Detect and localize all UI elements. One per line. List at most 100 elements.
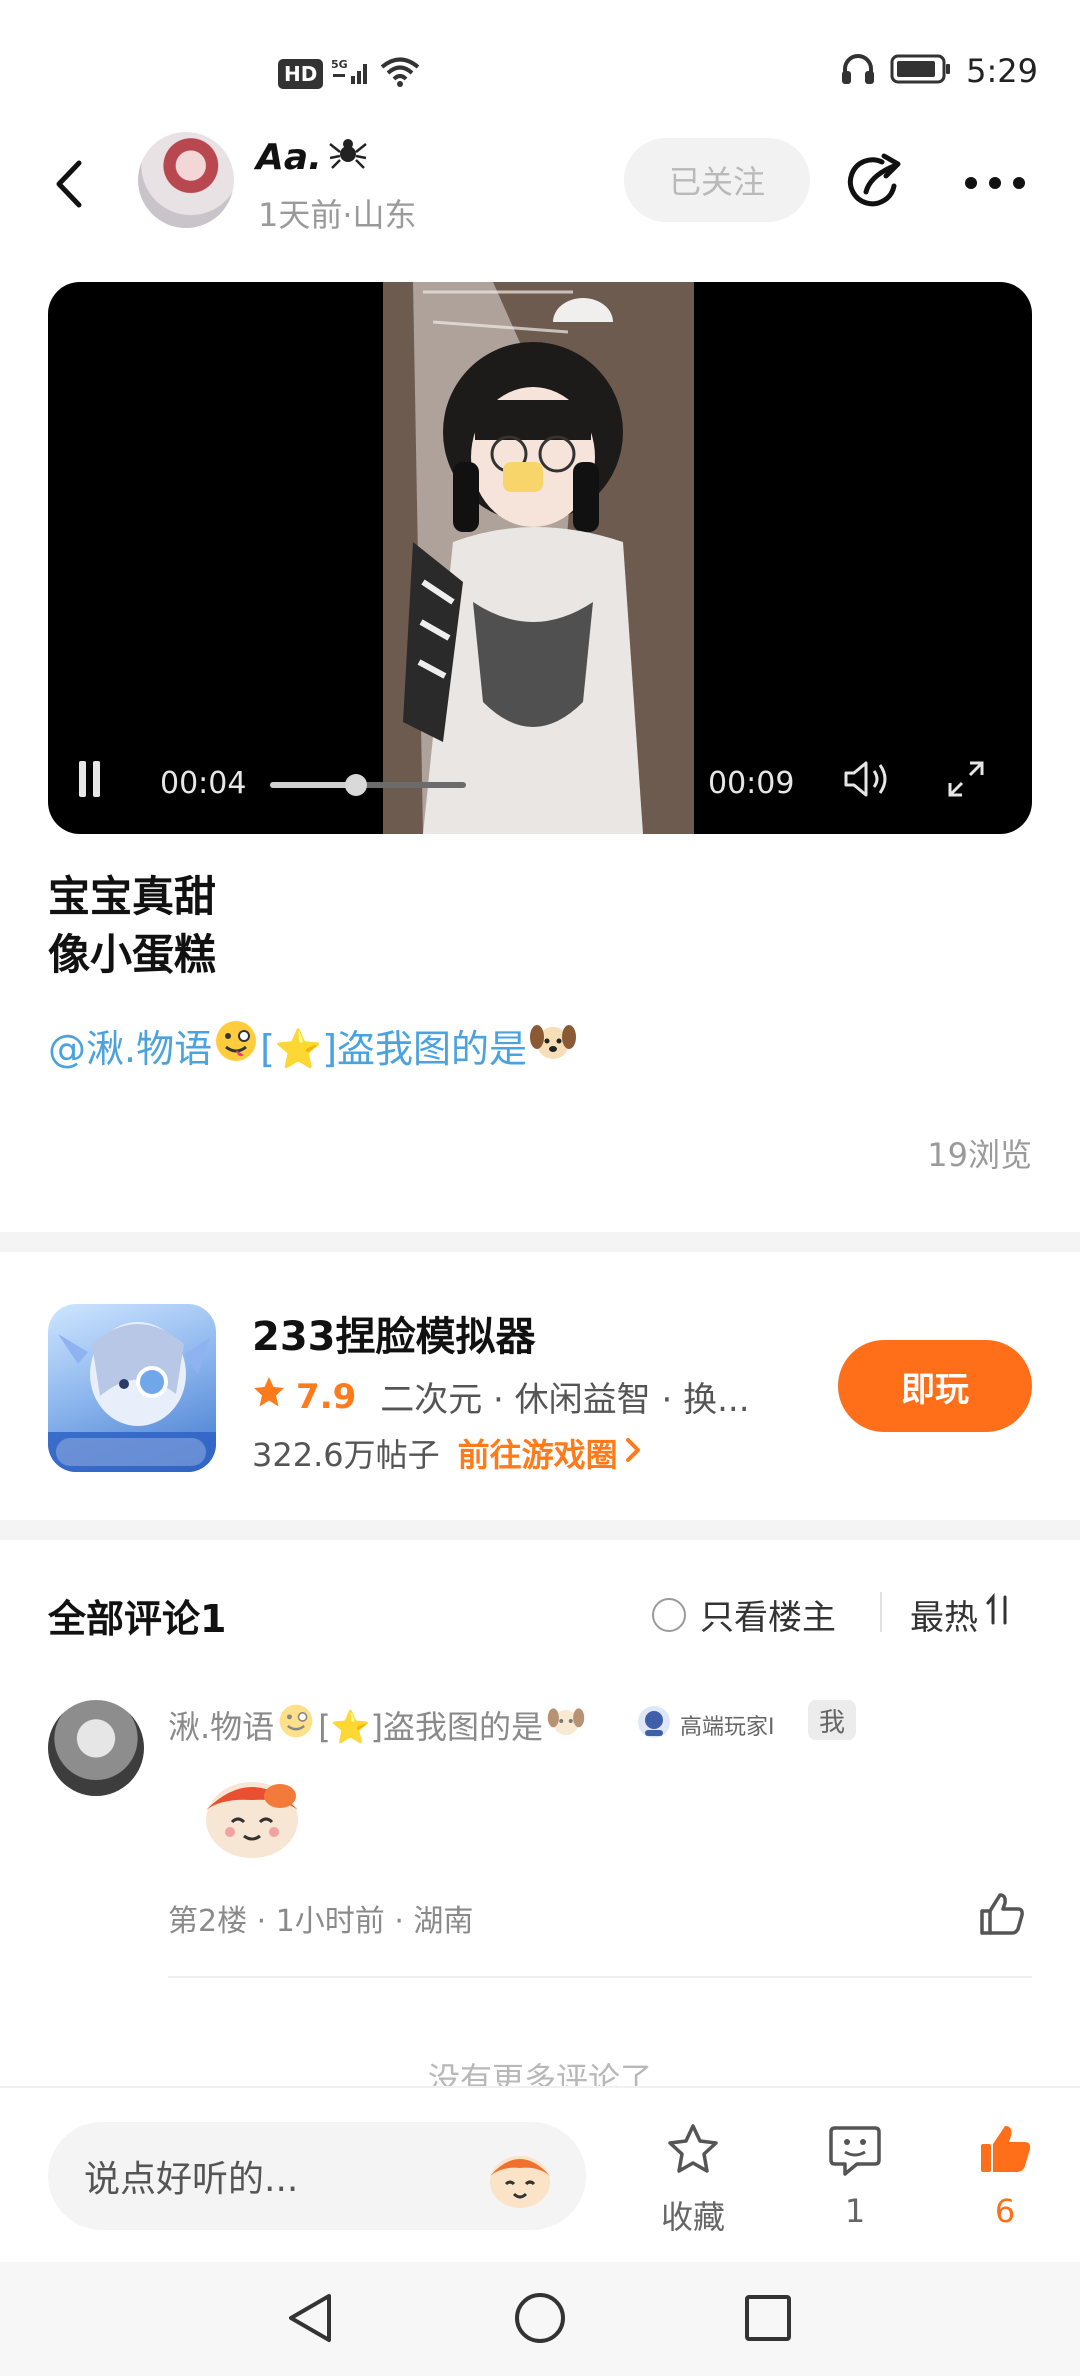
- game-stats: 322.6万帖子 前往游戏圈: [252, 1430, 642, 1476]
- badge-icon: [636, 1704, 672, 1746]
- commenter-avatar[interactable]: [48, 1700, 144, 1796]
- post-mention[interactable]: @湫.物语 [⭐]盗我图的是: [48, 1018, 577, 1073]
- follow-button[interactable]: 已关注: [624, 138, 810, 222]
- author-name-text: Aa.: [256, 137, 322, 178]
- no-more-comments: 没有更多评论了: [427, 2060, 652, 2086]
- spider-icon: [328, 134, 368, 181]
- status-left: HD 5G: [278, 56, 421, 92]
- badge-label: 高端玩家Ⅰ: [680, 1715, 775, 1740]
- system-navigation-bar: [0, 2262, 1080, 2376]
- view-count: 19浏览: [927, 1136, 1032, 1174]
- current-time: 00:04: [160, 765, 247, 801]
- only-author-label: 只看楼主: [700, 1598, 836, 1638]
- chevron-right-icon: [624, 1434, 642, 1472]
- game-post-count: 322.6万帖子: [252, 1436, 440, 1474]
- video-player[interactable]: 00:04 00:09: [48, 282, 1032, 834]
- star-outline-icon: [665, 2122, 721, 2186]
- seek-bar-handle[interactable]: [345, 774, 368, 796]
- author-name[interactable]: Aa.: [256, 134, 368, 181]
- play-now-button[interactable]: 即玩: [838, 1340, 1032, 1432]
- section-divider: [0, 1520, 1080, 1540]
- volume-button[interactable]: [842, 758, 892, 808]
- signal-icon: 5G: [331, 58, 371, 90]
- battery-icon: [890, 53, 952, 89]
- game-rating: 7.9 二次元 · 休闲益智 · 换...: [252, 1372, 750, 1421]
- comment-like-button[interactable]: [972, 1888, 1032, 1944]
- commenter-name-text: 湫.物语: [168, 1708, 275, 1746]
- nav-home-button[interactable]: [510, 2290, 570, 2350]
- commenter-name-tag: [⭐]盗我图的是: [318, 1708, 544, 1746]
- share-button[interactable]: [840, 150, 910, 220]
- headphones-icon: [840, 52, 876, 90]
- sticker-image: [196, 1770, 308, 1862]
- video-seek-bar[interactable]: [270, 774, 466, 796]
- only-author-toggle[interactable]: 只看楼主: [652, 1590, 836, 1639]
- star-icon: [252, 1375, 286, 1418]
- post-time-location: 1天前·山东: [258, 196, 417, 234]
- sort-arrows-icon: [986, 1592, 1012, 1636]
- comment-count: 1: [844, 2192, 866, 2230]
- favorite-label: 收藏: [660, 2198, 725, 2236]
- speaker-icon: [842, 759, 892, 807]
- wifi-icon: [379, 56, 421, 92]
- mention-tag-text: [⭐]盗我图的是: [260, 1027, 528, 1071]
- comment-meta: 第2楼 · 1小时前 · 湖南: [168, 1904, 474, 1939]
- game-score: 7.9: [296, 1376, 357, 1417]
- post-line-1: 宝宝真甜: [48, 872, 217, 921]
- comment-divider: [168, 1976, 1032, 1978]
- author-avatar[interactable]: [138, 132, 234, 228]
- duration: 00:09: [708, 765, 795, 801]
- comment-bubble-icon: [827, 2122, 883, 2186]
- square-recents-icon: [743, 2293, 793, 2347]
- more-button[interactable]: [960, 154, 1030, 214]
- comment-input-placeholder: 说点好听的...: [84, 2159, 299, 2200]
- back-button[interactable]: [44, 158, 94, 214]
- emoji-button[interactable]: [480, 2136, 560, 2216]
- more-dots-icon: [964, 175, 1026, 194]
- favorite-button[interactable]: 收藏: [638, 2122, 748, 2242]
- dog-emoji-icon: [529, 1019, 577, 1072]
- silly-face-emoji-icon: [214, 1019, 258, 1072]
- pause-button[interactable]: [78, 758, 102, 808]
- share-icon: [844, 152, 906, 218]
- post-content: 宝宝真甜 像小蛋糕: [48, 868, 216, 984]
- fullscreen-button[interactable]: [946, 758, 986, 808]
- nav-recents-button[interactable]: [738, 2290, 798, 2350]
- game-tags: 二次元 · 休闲益智 · 换...: [380, 1380, 750, 1420]
- like-button[interactable]: 6: [950, 2122, 1060, 2242]
- comment-input[interactable]: 说点好听的...: [48, 2122, 586, 2230]
- nav-back-button[interactable]: [280, 2290, 340, 2350]
- bottom-action-bar: 说点好听的... 收藏 1 6: [0, 2086, 1080, 2262]
- sort-label: 最热: [910, 1598, 978, 1638]
- mention-name: @湫.物语: [48, 1027, 213, 1071]
- svg-text:5G: 5G: [331, 58, 348, 71]
- like-count: 6: [994, 2192, 1016, 2230]
- game-name: 233捏脸模拟器: [252, 1314, 536, 1360]
- seek-bar-fill: [270, 782, 357, 788]
- sort-divider: [880, 1592, 882, 1632]
- triangle-back-icon: [285, 2290, 335, 2350]
- thumbs-up-filled-icon: [977, 2122, 1033, 2186]
- game-logo: [48, 1304, 216, 1472]
- post-detail-page: HD 5G 5:29 Aa. 1天前·山东 已关注 00:04 00:09 宝宝…: [0, 0, 1080, 2376]
- post-line-2: 像小蛋糕: [48, 930, 217, 979]
- status-bar: HD 5G 5:29: [0, 0, 1080, 120]
- me-tag: 我: [808, 1700, 856, 1740]
- circle-home-icon: [512, 2290, 568, 2350]
- comment-button[interactable]: 1: [800, 2122, 910, 2242]
- player-level-badge: 高端玩家Ⅰ: [636, 1704, 775, 1746]
- clock: 5:29: [966, 52, 1038, 90]
- game-circle-link[interactable]: 前往游戏圈: [458, 1430, 642, 1476]
- thumbs-up-icon: [978, 1891, 1026, 1941]
- post-header: Aa. 1天前·山东 已关注: [0, 120, 1080, 250]
- sort-button[interactable]: 最热: [910, 1590, 1012, 1639]
- comments-title: 全部评论1: [48, 1597, 227, 1641]
- chevron-left-icon: [54, 159, 84, 213]
- game-circle-link-text: 前往游戏圈: [457, 1436, 618, 1474]
- radio-icon: [652, 1597, 686, 1632]
- commenter-name[interactable]: 湫.物语 [⭐]盗我图的是: [168, 1702, 585, 1748]
- silly-face-emoji-icon: [278, 1703, 314, 1747]
- section-divider: [0, 1232, 1080, 1252]
- hd-indicator: HD: [278, 59, 324, 89]
- pause-icon: [78, 759, 102, 807]
